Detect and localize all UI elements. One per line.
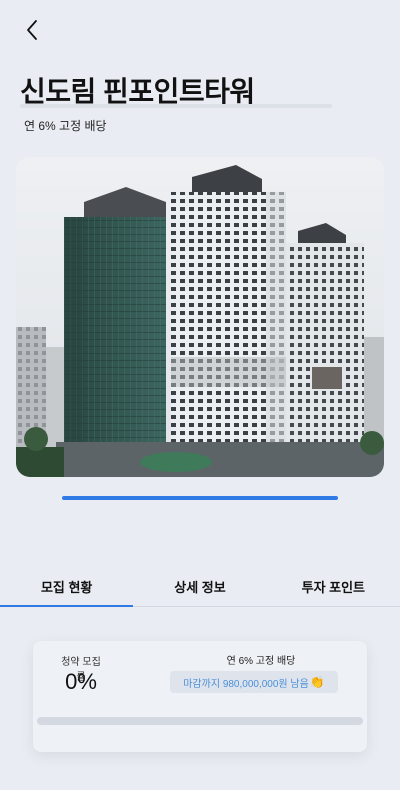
clapping-hands-icon: 👏 [309,675,325,689]
chevron-left-icon [27,20,37,40]
tab-details[interactable]: 상세 정보 [133,574,266,606]
back-button[interactable] [18,16,46,44]
fixed-dividend-label: 연 6% 고정 배당 [226,656,296,667]
building-photo [16,157,384,477]
subscription-progress-bar [37,717,363,725]
title-underline [20,104,332,108]
tab-recruitment-status[interactable]: 모집 현황 [0,574,134,607]
remaining-amount-badge: 마감까지 980,000,000원 남음 👏 [170,671,338,693]
recruitment-summary-card: 청약 모집률 0% 연 6% 고정 배당 마감까지 980,000,000원 남… [33,641,367,752]
tab-bar: 모집 현황 상세 정보 투자 포인트 [0,574,400,607]
page-subtitle: 연 6% 고정 배당 [24,119,107,133]
carousel-indicator [62,496,338,500]
subscription-rate-value: 0% [65,669,97,694]
tab-investment-points[interactable]: 투자 포인트 [267,574,400,606]
remaining-amount-text: 마감까지 980,000,000원 남음 [183,678,309,690]
